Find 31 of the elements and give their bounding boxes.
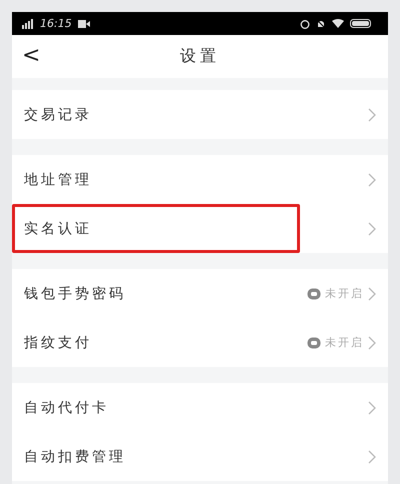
status-text: 未开启 [325,335,364,350]
row-label: 自动扣费管理 [24,448,127,466]
row-label: 交易记录 [24,106,93,124]
row-label: 指纹支付 [24,334,93,352]
settings-row[interactable]: 地址管理 [12,155,388,204]
status-time: 16:15 [40,17,72,30]
row-label: 自动代付卡 [24,398,110,416]
settings-row[interactable]: 实名认证 [12,204,388,253]
row-label: 地址管理 [24,170,93,188]
settings-row[interactable]: 指纹支付 未开启 [12,318,388,367]
wifi-icon [332,19,344,28]
battery-icon [350,19,372,28]
chevron-icon [368,336,376,350]
row-label: 实名认证 [24,220,93,238]
settings-row[interactable]: 自动扣费管理 [12,432,388,481]
row-label: 钱包手势密码 [24,284,127,302]
video-icon [78,20,90,28]
mute-icon [316,18,326,28]
status-text: 未开启 [325,286,364,301]
signal-icon [22,18,34,28]
chevron-icon [368,172,376,186]
chevron-icon [368,108,376,122]
settings-row[interactable]: 钱包手势密码 未开启 [12,269,388,318]
settings-row[interactable]: 交易记录 [12,90,388,139]
chevron-icon [368,286,376,300]
chevron-icon [368,400,376,414]
back-button[interactable]: < [16,43,46,68]
page-title: 设置 [180,46,220,67]
chevron-icon [368,450,376,464]
chevron-icon [368,222,376,236]
settings-row[interactable]: 自动代付卡 [12,383,388,432]
